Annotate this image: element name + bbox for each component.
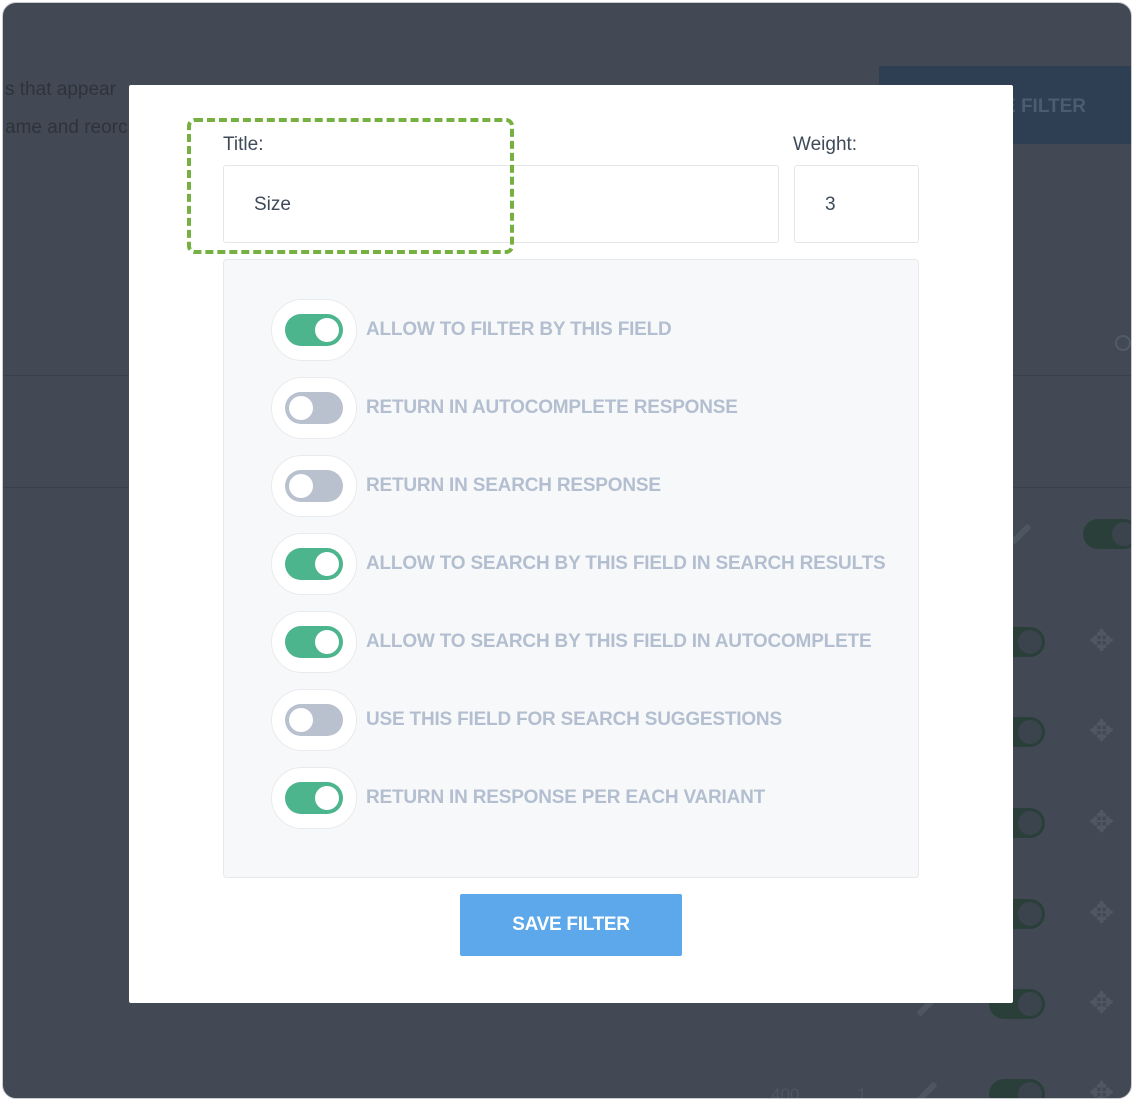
option-label: ALLOW TO FILTER BY THIS FIELD <box>366 319 672 340</box>
toggle-knob <box>315 318 339 342</box>
toggle-pill[interactable] <box>271 299 357 361</box>
option-label: RETURN IN SEARCH RESPONSE <box>366 475 661 496</box>
pencil-icon <box>916 1081 938 1098</box>
option-row: RETURN IN RESPONSE PER EACH VARIANT <box>271 767 765 829</box>
toggle-pill[interactable] <box>271 377 357 439</box>
background-row-number: 400 <box>771 1085 800 1099</box>
background-row-number: 1 <box>857 1085 867 1099</box>
toggle-knob <box>315 786 339 810</box>
move-icon: ✥ <box>1089 987 1115 1020</box>
move-icon: ✥ <box>1089 897 1115 930</box>
search-autocomplete-toggle[interactable] <box>285 626 343 658</box>
search-icon <box>1115 335 1131 351</box>
weight-input[interactable]: 3 <box>794 165 919 243</box>
save-filter-button[interactable]: SAVE FILTER <box>460 894 682 956</box>
toggle-pill[interactable] <box>271 611 357 673</box>
weight-label: Weight: <box>793 134 858 155</box>
option-row: RETURN IN AUTOCOMPLETE RESPONSE <box>271 377 738 439</box>
app-window: s that appear ame and reorc E FILTER ✥ ✥… <box>2 2 1132 1099</box>
move-icon: ✥ <box>1089 1077 1115 1099</box>
option-row: RETURN IN SEARCH RESPONSE <box>271 455 661 517</box>
option-row: ALLOW TO FILTER BY THIS FIELD <box>271 299 672 361</box>
option-label: RETURN IN AUTOCOMPLETE RESPONSE <box>366 397 738 418</box>
search-results-toggle[interactable] <box>285 548 343 580</box>
title-input[interactable]: Size <box>223 165 779 243</box>
option-label: USE THIS FIELD FOR SEARCH SUGGESTIONS <box>366 709 782 730</box>
move-icon: ✥ <box>1089 625 1115 658</box>
title-label: Title: <box>223 134 264 155</box>
option-label: RETURN IN RESPONSE PER EACH VARIANT <box>366 787 766 808</box>
option-label: ALLOW TO SEARCH BY THIS FIELD IN SEARCH … <box>366 553 886 574</box>
background-description-line-2: ame and reorc <box>5 117 128 138</box>
background-toggle <box>1083 519 1131 549</box>
background-toggle <box>989 1079 1045 1098</box>
toggle-pill[interactable] <box>271 533 357 595</box>
option-row: ALLOW TO SEARCH BY THIS FIELD IN AUTOCOM… <box>271 611 872 673</box>
pencil-icon <box>1010 523 1032 545</box>
toggle-knob <box>289 708 313 732</box>
toggle-pill[interactable] <box>271 455 357 517</box>
allow-filter-toggle[interactable] <box>285 314 343 346</box>
option-label: ALLOW TO SEARCH BY THIS FIELD IN AUTOCOM… <box>366 631 872 652</box>
toggle-knob <box>289 396 313 420</box>
toggle-knob <box>315 552 339 576</box>
toggle-knob <box>289 474 313 498</box>
move-icon: ✥ <box>1089 715 1115 748</box>
response-per-variant-toggle[interactable] <box>285 782 343 814</box>
return-search-toggle[interactable] <box>285 470 343 502</box>
edit-filter-modal: Title: Size Weight: 3 ALLOW TO FILTER BY… <box>129 85 1013 1003</box>
return-autocomplete-toggle[interactable] <box>285 392 343 424</box>
toggle-pill[interactable] <box>271 767 357 829</box>
option-row: USE THIS FIELD FOR SEARCH SUGGESTIONS <box>271 689 782 751</box>
option-row: ALLOW TO SEARCH BY THIS FIELD IN SEARCH … <box>271 533 886 595</box>
move-icon: ✥ <box>1089 806 1115 839</box>
toggle-pill[interactable] <box>271 689 357 751</box>
filter-options-panel: ALLOW TO FILTER BY THIS FIELD RETURN IN … <box>223 259 919 878</box>
toggle-knob <box>315 630 339 654</box>
search-suggestions-toggle[interactable] <box>285 704 343 736</box>
background-description-line-1: s that appear <box>5 79 116 100</box>
